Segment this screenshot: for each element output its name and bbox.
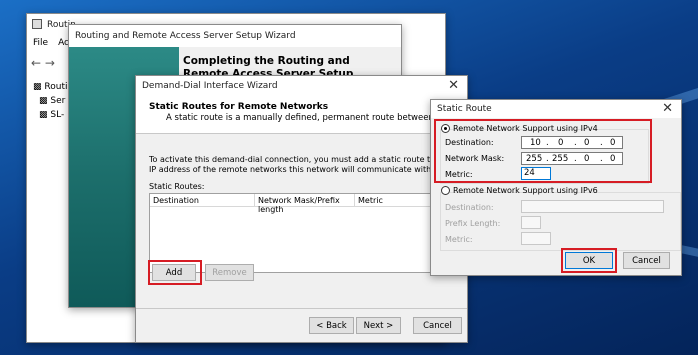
setup-titlebar: Routing and Remote Access Server Setup W… [69, 25, 401, 47]
dd-separator [136, 308, 467, 309]
static-routes-header: Destination Network Mask/Prefix length M… [150, 194, 468, 214]
v6-destination-label: Destination: [445, 203, 494, 212]
column-metric[interactable]: Metric [354, 194, 414, 207]
back-button[interactable]: < Back [309, 317, 354, 334]
mmc-toolbar: ← → [31, 56, 55, 70]
static-routes-label: Static Routes: [149, 182, 205, 191]
server-icon: ▩ [39, 110, 48, 120]
cancel-button[interactable]: Cancel [623, 252, 670, 269]
setup-title: Routing and Remote Access Server Setup W… [75, 31, 296, 41]
v6-metric-input[interactable] [521, 232, 551, 245]
v6-metric-label: Metric: [445, 235, 473, 244]
menu-file[interactable]: File [33, 38, 48, 48]
dd-title: Demand-Dial Interface Wizard [142, 81, 278, 91]
next-button[interactable]: Next > [356, 317, 401, 334]
add-highlight [148, 260, 202, 285]
dd-header: Static Routes for Remote Networks A stat… [136, 96, 496, 134]
v6-prefix-label: Prefix Length: [445, 219, 501, 228]
back-arrow-icon[interactable]: ← [31, 56, 41, 70]
demand-dial-wizard-window: Demand-Dial Interface Wizard ✕ Static Ro… [135, 75, 506, 343]
close-icon[interactable]: ✕ [448, 78, 459, 93]
mmc-app-icon [32, 19, 42, 29]
remove-button[interactable]: Remove [205, 264, 254, 281]
ipv6-radio[interactable] [441, 186, 450, 195]
close-icon[interactable]: ✕ [662, 101, 673, 116]
sr-title: Static Route [437, 104, 492, 114]
ipv4-highlight [434, 119, 652, 183]
ok-highlight [561, 248, 617, 273]
server-icon: ▩ [33, 82, 42, 92]
column-destination[interactable]: Destination [150, 194, 254, 207]
column-network-mask[interactable]: Network Mask/Prefix length [254, 194, 354, 214]
v6-prefix-input[interactable] [521, 216, 541, 229]
dd-header-title: Static Routes for Remote Networks [149, 102, 329, 112]
sr-titlebar: Static Route ✕ [431, 100, 681, 118]
server-icon: ▩ [39, 96, 48, 106]
v6-destination-input[interactable] [521, 200, 664, 213]
ipv6-radio-label[interactable]: Remote Network Support using IPv6 [453, 186, 598, 195]
cancel-button[interactable]: Cancel [413, 317, 462, 334]
dd-titlebar: Demand-Dial Interface Wizard ✕ [136, 76, 467, 96]
forward-arrow-icon[interactable]: → [45, 56, 55, 70]
static-route-dialog: Static Route ✕ Remote Network Support us… [430, 99, 682, 276]
